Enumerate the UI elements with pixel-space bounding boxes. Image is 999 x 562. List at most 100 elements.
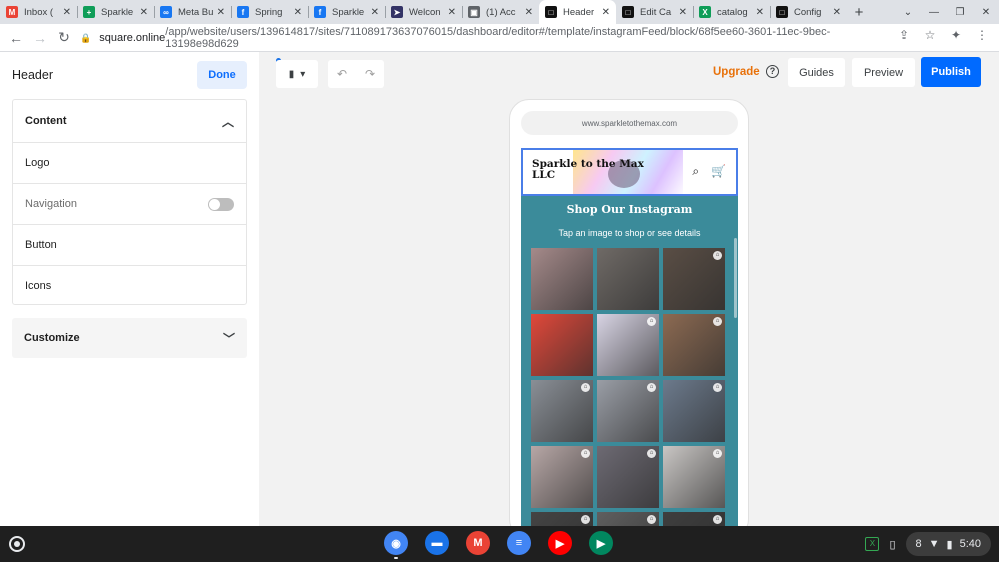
tab-close-icon[interactable]: ✕ (679, 7, 687, 18)
restore-icon[interactable]: ❐ (947, 7, 973, 18)
extensions-icon[interactable]: ✦ (945, 28, 967, 42)
browser-tab[interactable]: □ Header ✕ (539, 0, 616, 24)
tab-close-icon[interactable]: ✕ (294, 7, 302, 18)
instagram-post[interactable]: ⌂ (531, 446, 593, 508)
address-bar[interactable]: 🔒 square.online/app/website/users/139614… (80, 26, 890, 50)
tab-close-icon[interactable]: ✕ (217, 7, 225, 18)
share-icon[interactable]: ⇪ (893, 28, 915, 42)
instagram-post[interactable] (597, 248, 659, 310)
content-row-icons[interactable]: Icons (13, 265, 246, 306)
customize-section-header[interactable]: Customize ﹀ (12, 318, 247, 358)
browser-tab[interactable]: ▣ (1) Acc ✕ (462, 0, 539, 24)
tab-close-icon[interactable]: ✕ (602, 7, 610, 18)
browser-toolbar: ← → ↻ 🔒 square.online/app/website/users/… (0, 24, 999, 52)
tab-close-icon[interactable]: ✕ (140, 7, 148, 18)
bookmark-star-icon[interactable]: ☆ (919, 28, 941, 42)
tab-title: Sparkle (332, 6, 365, 18)
content-section-header[interactable]: Content ︿ (13, 100, 246, 142)
url-host: square.online (99, 32, 166, 44)
browser-tab[interactable]: f Spring ✕ (231, 0, 308, 24)
new-tab-icon[interactable]: + (847, 0, 871, 24)
site-header-block[interactable]: Sparkle to the Max LLC ⌕ 🛒 (521, 148, 738, 196)
tab-title: Header (563, 6, 595, 18)
launcher-icon[interactable] (9, 536, 25, 552)
row-label: Navigation (25, 198, 77, 210)
gmail-app-icon[interactable]: M (466, 531, 490, 555)
preview-url: www.sparkletothemax.com (521, 111, 738, 135)
preview-scrollbar[interactable] (734, 238, 737, 318)
facebook-icon: f (314, 6, 326, 18)
browser-tab[interactable]: ➤ Welcon ✕ (385, 0, 462, 24)
chrome-icon[interactable]: ◉ (384, 531, 408, 559)
site-brand-name[interactable]: Sparkle to the Max LLC (532, 159, 652, 181)
tab-close-icon[interactable]: ✕ (525, 7, 533, 18)
cart-icon[interactable]: 🛒 (711, 164, 726, 179)
instagram-post[interactable]: ⌂ (663, 314, 725, 376)
close-window-icon[interactable]: ✕ (973, 7, 999, 18)
browser-tab[interactable]: Xcatalog ✕ (693, 0, 770, 24)
device-selector[interactable]: ▮ ▾ (276, 60, 318, 88)
instagram-post[interactable]: ⌂ (597, 314, 659, 376)
sheets-tray-icon[interactable]: X (865, 537, 880, 551)
clock: 5:40 (959, 538, 981, 550)
content-row-button[interactable]: Button (13, 224, 246, 265)
browser-tab[interactable]: □ Config ✕ (770, 0, 847, 24)
browser-tab[interactable]: + Sparkle ✕ (77, 0, 154, 24)
instagram-post[interactable] (531, 248, 593, 310)
undo-icon[interactable]: ↶ (337, 67, 347, 81)
done-button[interactable]: Done (197, 61, 247, 89)
tab-close-icon[interactable]: ✕ (833, 7, 841, 18)
quick-settings[interactable]: 8 ▼ ▮ 5:40 (905, 532, 991, 556)
shopping-bag-icon: ⌂ (713, 449, 722, 458)
forward-icon[interactable]: → (28, 30, 52, 46)
publish-button[interactable]: Publish (921, 57, 981, 87)
pinned-apps: ◉ ▬ M ≡ ▶ ▶ (384, 531, 613, 559)
instagram-post[interactable]: ⌂ (597, 380, 659, 442)
instagram-post[interactable]: ⌂ (663, 248, 725, 310)
browser-tab[interactable]: □ Edit Ca ✕ (616, 0, 693, 24)
phone-hub-icon[interactable]: ▯ (889, 538, 895, 551)
navigation-toggle[interactable] (208, 197, 234, 211)
tab-close-icon[interactable]: ✕ (756, 7, 764, 18)
tab-close-icon[interactable]: ✕ (448, 7, 456, 18)
minimize-icon[interactable]: — (921, 7, 947, 18)
back-icon[interactable]: ← (4, 30, 28, 46)
instagram-post[interactable]: ⌂ (597, 446, 659, 508)
tab-close-icon[interactable]: ✕ (371, 7, 379, 18)
guides-button[interactable]: Guides (788, 58, 845, 87)
page-icon: ▣ (468, 6, 480, 18)
play-store-icon[interactable]: ▶ (589, 531, 613, 555)
tab-search-icon[interactable]: ⌄ (895, 7, 921, 18)
instagram-post[interactable]: ⌂ (663, 446, 725, 508)
status-tray: X ▯ 8 ▼ ▮ 5:40 (865, 532, 991, 556)
customize-section[interactable]: Customize ﹀ (12, 318, 247, 358)
help-icon[interactable]: ? (766, 65, 779, 78)
search-icon[interactable]: ⌕ (692, 164, 699, 179)
preview-button[interactable]: Preview (852, 58, 915, 87)
shopping-bag-icon: ⌂ (647, 317, 656, 326)
menu-kebab-icon[interactable]: ⋮ (971, 28, 993, 42)
content-row-navigation[interactable]: Navigation (13, 183, 246, 224)
content-row-logo[interactable]: Logo (13, 142, 246, 183)
meta-icon: ∞ (160, 6, 172, 18)
tab-title: Edit Ca (640, 6, 672, 18)
browser-tab[interactable]: f Sparkle ✕ (308, 0, 385, 24)
instagram-title: Shop Our Instagram (566, 203, 693, 216)
redo-icon[interactable]: ↷ (365, 67, 375, 81)
instagram-post[interactable] (531, 314, 593, 376)
browser-tab[interactable]: M Inbox (✕ (0, 0, 77, 24)
mobile-device-icon: ▮ (288, 68, 295, 80)
tab-strip: M Inbox (✕ + Sparkle ✕ ∞ Meta Bu ✕ f Spring ✕ f Spar… (0, 0, 999, 24)
upgrade-link[interactable]: Upgrade (713, 66, 760, 78)
tab-close-icon[interactable]: ✕ (63, 7, 71, 18)
site-editor: Header Done Content ︿ Logo Navigation Bu… (0, 52, 999, 539)
site-canvas: Sparkle to the Max LLC ⌕ 🛒 Shop Our Inst… (521, 148, 738, 538)
reload-icon[interactable]: ↻ (52, 29, 76, 46)
instagram-post[interactable]: ⌂ (663, 380, 725, 442)
instagram-post[interactable]: ⌂ (531, 380, 593, 442)
files-icon[interactable]: ▬ (425, 531, 449, 555)
settings-panel: Header Done Content ︿ Logo Navigation Bu… (0, 52, 259, 526)
browser-tab[interactable]: ∞ Meta Bu ✕ (154, 0, 231, 24)
docs-icon[interactable]: ≡ (507, 531, 531, 555)
youtube-icon[interactable]: ▶ (548, 531, 572, 555)
